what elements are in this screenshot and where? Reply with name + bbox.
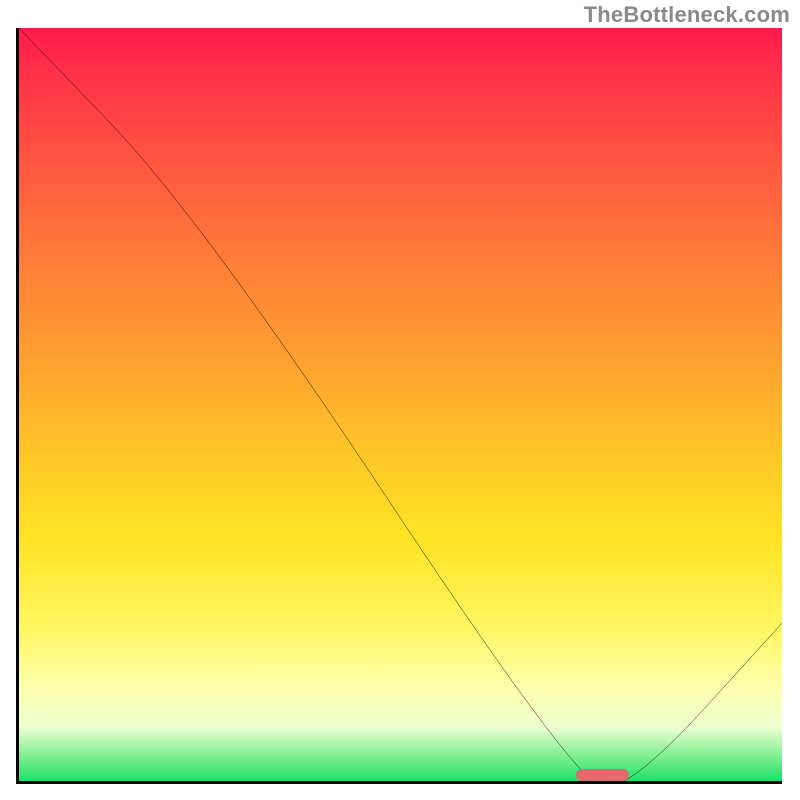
chart-canvas: TheBottleneck.com	[0, 0, 800, 800]
watermark-text: TheBottleneck.com	[584, 2, 790, 28]
optimal-range-marker	[576, 769, 629, 781]
plot-frame	[16, 28, 782, 784]
line-series	[19, 28, 782, 784]
